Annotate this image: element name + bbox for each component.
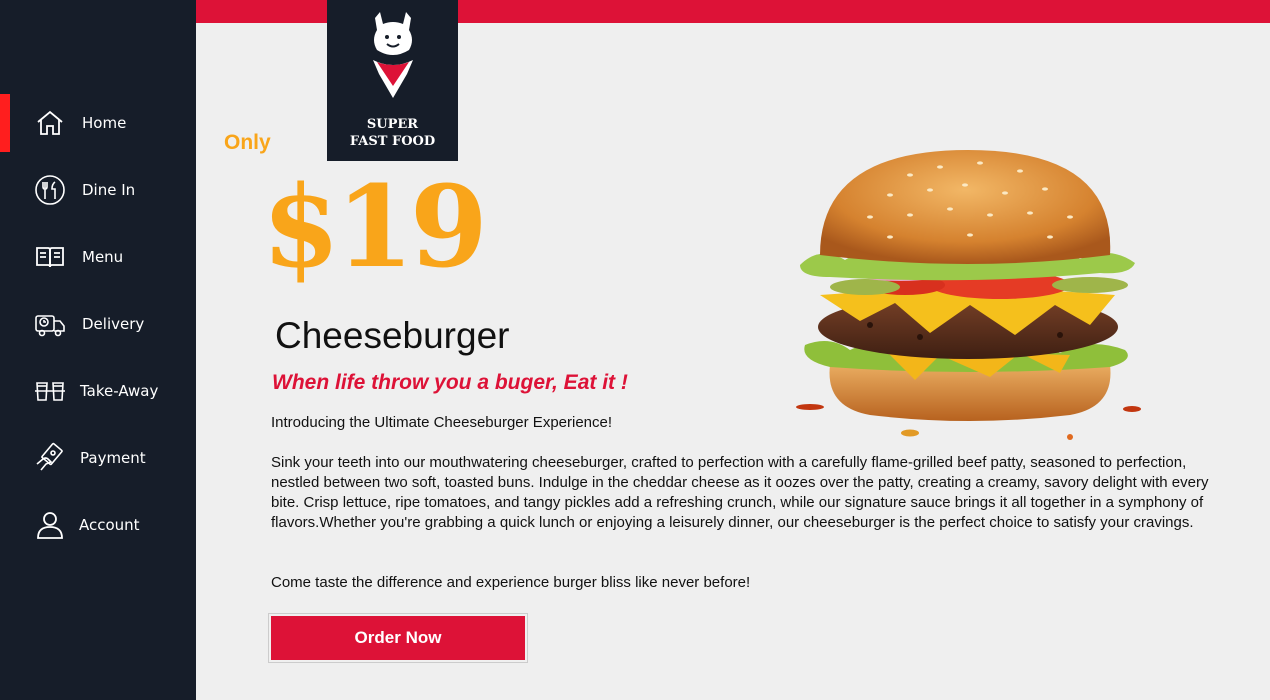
delivery-truck-icon xyxy=(32,306,68,342)
sidebar-item-delivery[interactable]: Delivery xyxy=(0,295,196,353)
dine-in-icon xyxy=(32,172,68,208)
closing-text: Come taste the difference and experience… xyxy=(271,574,751,591)
payment-icon xyxy=(32,440,68,476)
price-prefix: Only xyxy=(224,131,271,154)
sidebar: Home Dine In Menu Delivery Take-Away Pay… xyxy=(0,0,196,700)
product-title: Cheeseburger xyxy=(275,315,510,356)
order-now-button[interactable]: Order Now xyxy=(269,614,527,662)
account-icon xyxy=(32,507,68,543)
sidebar-item-payment[interactable]: Payment xyxy=(0,429,196,487)
sidebar-item-label: Delivery xyxy=(82,315,145,333)
active-indicator xyxy=(0,94,10,152)
sidebar-item-label: Home xyxy=(82,114,127,132)
sidebar-item-take-away[interactable]: Take-Away xyxy=(0,362,196,420)
brand-name-line1: SUPER xyxy=(366,117,419,132)
sidebar-item-label: Account xyxy=(79,516,140,534)
sidebar-item-account[interactable]: Account xyxy=(0,496,196,554)
sidebar-item-home[interactable]: Home xyxy=(0,94,196,152)
mascot-icon xyxy=(373,12,413,98)
brand-logo[interactable]: SUPER FAST FOOD xyxy=(327,0,458,161)
sidebar-item-label: Take-Away xyxy=(80,382,159,400)
home-icon xyxy=(32,105,68,141)
sidebar-item-label: Payment xyxy=(80,449,146,467)
menu-book-icon xyxy=(32,239,68,275)
brand-name-line2: FAST FOOD xyxy=(349,134,436,149)
tagline: When life throw you a buger, Eat it ! xyxy=(272,371,628,394)
take-away-icon xyxy=(32,373,68,409)
price: $19 xyxy=(262,162,488,293)
sidebar-item-label: Menu xyxy=(82,248,124,266)
description-text: Sink your teeth into our mouthwatering c… xyxy=(271,454,1209,531)
sidebar-item-dine-in[interactable]: Dine In xyxy=(0,161,196,219)
sidebar-item-label: Dine In xyxy=(82,181,136,199)
cheeseburger-image xyxy=(796,150,1141,440)
sidebar-item-menu[interactable]: Menu xyxy=(0,228,196,286)
